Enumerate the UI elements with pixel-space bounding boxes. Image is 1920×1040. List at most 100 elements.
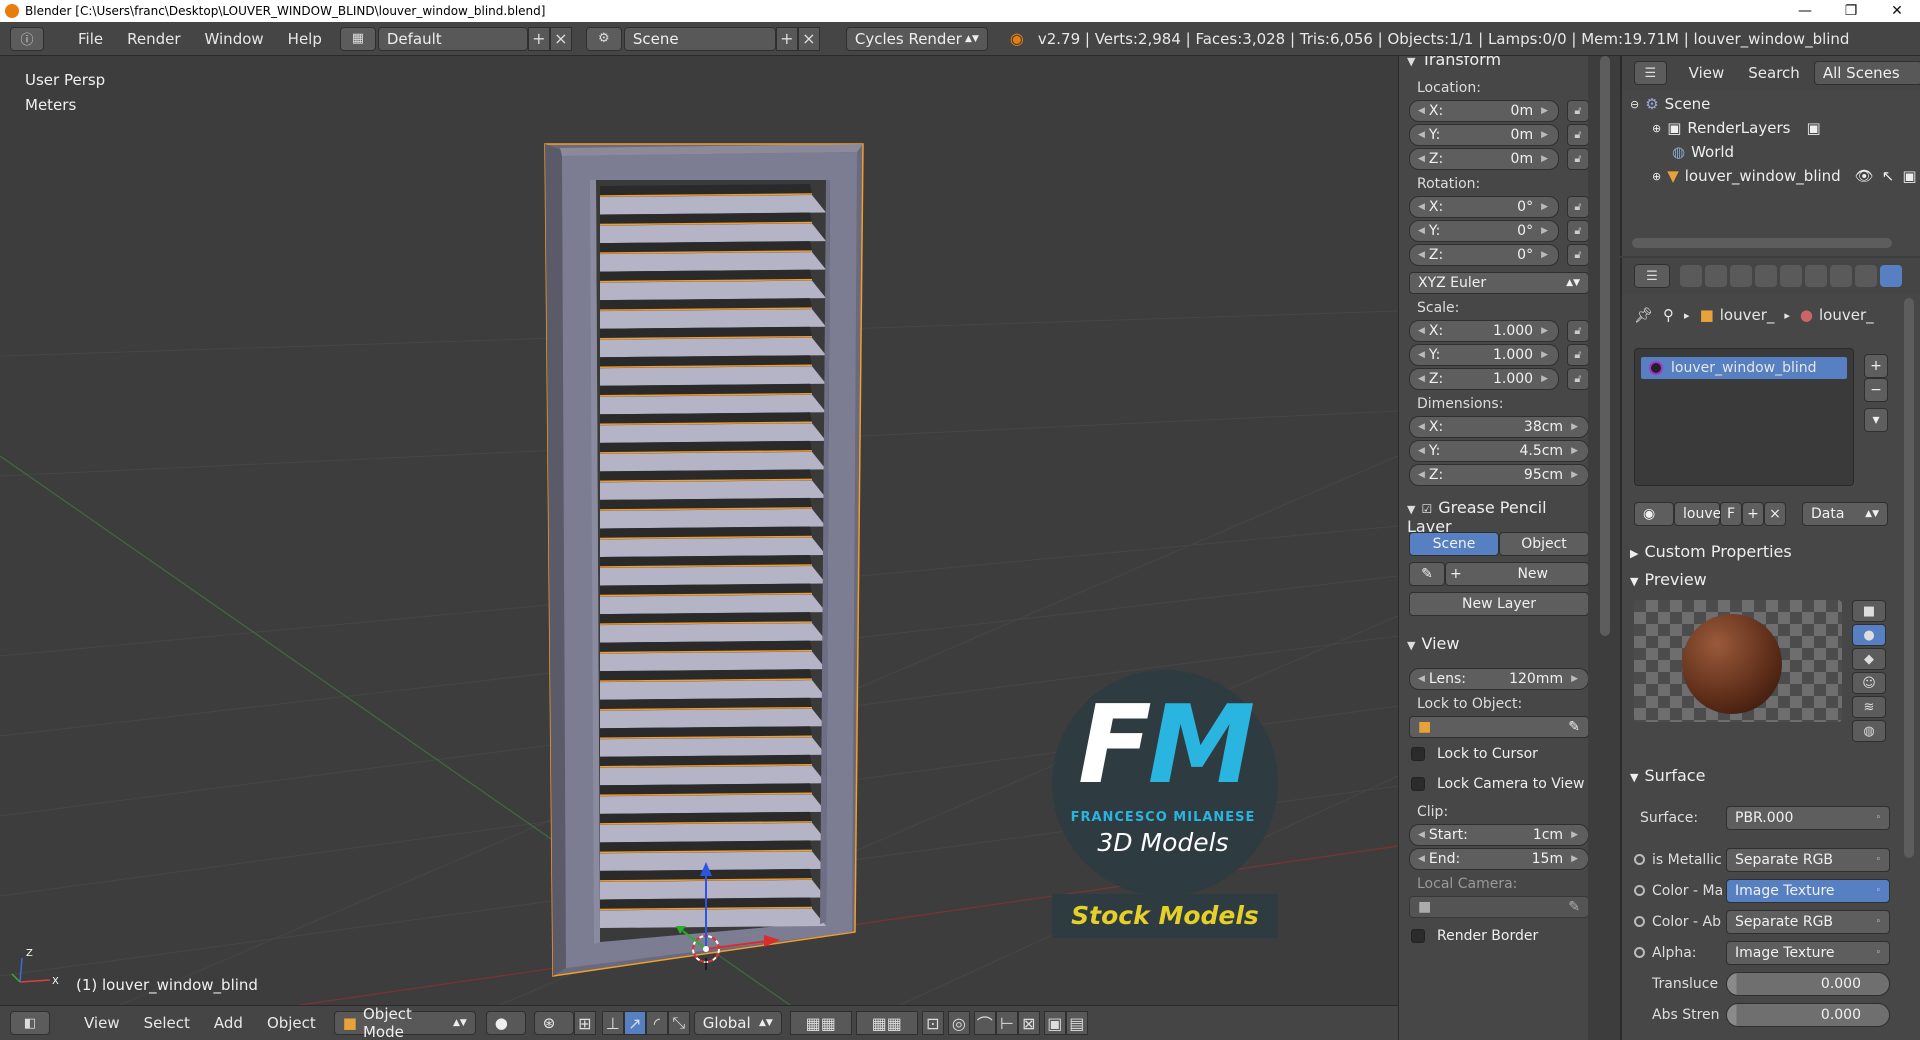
scene-icon[interactable]: ⚙ <box>585 26 622 51</box>
layers-grid-1[interactable]: ▦▦ <box>789 1011 852 1035</box>
input-color-ab-field[interactable]: Separate RGB ◦ <box>1726 910 1890 934</box>
manipulator-toggle-icon[interactable]: ⊥ <box>601 1011 624 1035</box>
pencil-icon[interactable]: ✎ <box>1409 562 1445 586</box>
layers-grid-2[interactable]: ▦▦ <box>855 1011 918 1035</box>
scene-field[interactable]: Scene <box>623 26 776 51</box>
scale-z-field[interactable]: ◀ Z: 1.000 ▶ <box>1409 368 1559 390</box>
location-y-lock-icon[interactable]: 🔓︎ <box>1567 124 1588 146</box>
local-camera-field[interactable]: ■ ✎ <box>1409 896 1588 918</box>
input-abs-strength-slider[interactable]: 0.000 <box>1726 1003 1890 1027</box>
rotate-manipulator-icon[interactable]: ◜ <box>645 1011 668 1035</box>
clip-start-field[interactable]: ◀ Start: 1cm ▶ <box>1409 824 1588 846</box>
custom-properties-panel-header[interactable]: ▶ Custom Properties <box>1630 542 1792 561</box>
minimize-button[interactable]: — <box>1782 3 1828 19</box>
input-socket-icon[interactable] <box>1634 885 1645 896</box>
render-anim-icon[interactable]: ▤ <box>1065 1011 1088 1035</box>
transform-orientation-select[interactable]: Global ▲▼ <box>693 1011 782 1035</box>
shading-select[interactable]: ● <box>485 1011 526 1035</box>
lens-field[interactable]: ◀ Lens: 120mm ▶ <box>1409 668 1588 690</box>
location-z-lock-icon[interactable]: 🔓︎ <box>1567 148 1588 170</box>
input-socket-icon[interactable] <box>1634 916 1645 927</box>
material-browse-icon[interactable]: ◉ <box>1634 502 1674 526</box>
input-alpha-field[interactable]: Image Texture ◦ <box>1726 941 1890 965</box>
outliner-item-renderlayers[interactable]: ⊕ ▣ RenderLayers ▣ <box>1622 116 1920 140</box>
render-border-checkbox[interactable]: Render Border <box>1411 928 1538 944</box>
material-link-select[interactable]: Data ▲▼ <box>1802 502 1888 526</box>
unlink-material-button[interactable]: × <box>1764 502 1786 526</box>
rotation-y-lock-icon[interactable]: 🔓︎ <box>1567 220 1588 242</box>
pivot-select[interactable]: ⊛ <box>533 1011 574 1035</box>
input-is-metallic-field[interactable]: Separate RGB ◦ <box>1726 848 1890 872</box>
editor-type-3dview-icon[interactable]: ◧ <box>10 1011 50 1035</box>
checkbox-empty-icon[interactable] <box>1411 777 1425 791</box>
add-screen-button[interactable]: + <box>527 26 550 51</box>
tab-constraints-icon[interactable] <box>1805 265 1827 287</box>
layer-lock-icon[interactable]: ⊡ <box>921 1011 944 1035</box>
scale-z-lock-icon[interactable]: 🔓︎ <box>1567 368 1588 390</box>
eyedropper-icon[interactable]: ✎ <box>1568 899 1580 915</box>
proportional-edit-icon[interactable]: ◎ <box>947 1011 970 1035</box>
add-scene-button[interactable]: + <box>775 26 798 51</box>
preview-sky-icon[interactable]: ◍ <box>1852 720 1886 742</box>
visibility-eye-icon[interactable]: 👁︎ <box>1855 167 1874 185</box>
close-button[interactable]: ✕ <box>1874 3 1920 19</box>
render-engine-select[interactable]: Cycles Render ▲▼ <box>845 26 988 51</box>
properties-scrollbar[interactable] <box>1904 298 1914 858</box>
tab-render-icon[interactable] <box>1680 265 1702 287</box>
preview-hair-icon[interactable]: ≋ <box>1852 696 1886 718</box>
location-y-field[interactable]: ◀ Y: 0m ▶ <box>1409 124 1559 146</box>
material-slot-list[interactable]: louver_window_blind <box>1634 348 1854 486</box>
eyedropper-icon[interactable]: ✎ <box>1568 719 1580 735</box>
menu-object[interactable]: Object <box>255 1014 328 1032</box>
outliner-menu-search[interactable]: Search <box>1736 64 1812 82</box>
pin-icon[interactable]: 📌︎ <box>1634 306 1653 324</box>
rotation-y-field[interactable]: ◀ Y: 0° ▶ <box>1409 220 1559 242</box>
material-name-field[interactable]: louve <box>1674 502 1721 526</box>
transform-panel-header[interactable]: ▼ Transform <box>1407 56 1501 69</box>
snap-icon[interactable]: ⌒ <box>973 1011 996 1035</box>
tab-world-icon[interactable] <box>1755 265 1777 287</box>
input-socket-icon[interactable] <box>1634 947 1645 958</box>
3d-viewport[interactable]: Z X User Persp Meters (1) louver_window_… <box>0 56 1398 1005</box>
dimension-y-field[interactable]: ◀ Y: 4.5cm ▶ <box>1409 440 1588 462</box>
material-slot-item[interactable]: louver_window_blind <box>1641 357 1847 379</box>
snap-target-icon[interactable]: ⊠ <box>1017 1011 1040 1035</box>
lock-to-object-field[interactable]: ■ ✎ <box>1409 716 1588 738</box>
tab-render-layers-icon[interactable] <box>1705 265 1727 287</box>
scale-x-lock-icon[interactable]: 🔓︎ <box>1567 320 1588 342</box>
render-layer-link-icon[interactable]: ▣ <box>1806 119 1820 137</box>
new-layer-button[interactable]: New Layer <box>1409 592 1588 616</box>
selectable-cursor-icon[interactable]: ↖ <box>1882 167 1895 185</box>
tab-object-icon[interactable] <box>1780 265 1802 287</box>
preview-flat-icon[interactable]: ■ <box>1852 600 1886 622</box>
outliner-item-world[interactable]: ◍ World <box>1622 140 1920 164</box>
scale-y-lock-icon[interactable]: 🔓︎ <box>1567 344 1588 366</box>
remove-screen-button[interactable]: × <box>549 26 572 51</box>
menu-view[interactable]: View <box>72 1014 132 1032</box>
properties-shelf-scrollbar[interactable] <box>1600 56 1610 636</box>
louver-window-blind-object[interactable] <box>544 143 864 977</box>
new-material-button[interactable]: + <box>1742 502 1764 526</box>
outliner-menu-view[interactable]: View <box>1677 64 1737 82</box>
checkbox-empty-icon[interactable] <box>1411 747 1425 761</box>
editor-type-outliner-icon[interactable]: ☰ <box>1634 61 1667 85</box>
preview-cube-icon[interactable]: ◆ <box>1852 648 1886 670</box>
menu-select[interactable]: Select <box>132 1014 202 1032</box>
outliner-item-louver-window-blind[interactable]: ⊕ ▼ louver_window_blind 👁︎ ↖ ▣ <box>1622 164 1920 188</box>
maximize-button[interactable]: ❐ <box>1828 3 1874 19</box>
surface-panel-header[interactable]: ▼ Surface <box>1630 766 1705 785</box>
menu-render[interactable]: Render <box>115 30 192 48</box>
input-translucency-slider[interactable]: 0.000 <box>1726 972 1890 996</box>
remove-scene-button[interactable]: × <box>797 26 820 51</box>
dimension-x-field[interactable]: ◀ X: 38cm ▶ <box>1409 416 1588 438</box>
tab-scene-icon[interactable] <box>1730 265 1752 287</box>
fake-user-button[interactable]: F <box>1720 502 1742 526</box>
render-still-icon[interactable]: ▣ <box>1043 1011 1066 1035</box>
surface-shader-field[interactable]: PBR.000 ◦ <box>1726 806 1890 830</box>
expand-icon[interactable]: ⊕ <box>1652 122 1661 135</box>
snap-element-icon[interactable]: ⊢ <box>995 1011 1018 1035</box>
scale-y-field[interactable]: ◀ Y: 1.000 ▶ <box>1409 344 1559 366</box>
view-panel-header[interactable]: ▼ View <box>1407 634 1459 653</box>
clip-end-field[interactable]: ◀ End: 15m ▶ <box>1409 848 1588 870</box>
add-material-slot-button[interactable]: + <box>1864 354 1888 378</box>
